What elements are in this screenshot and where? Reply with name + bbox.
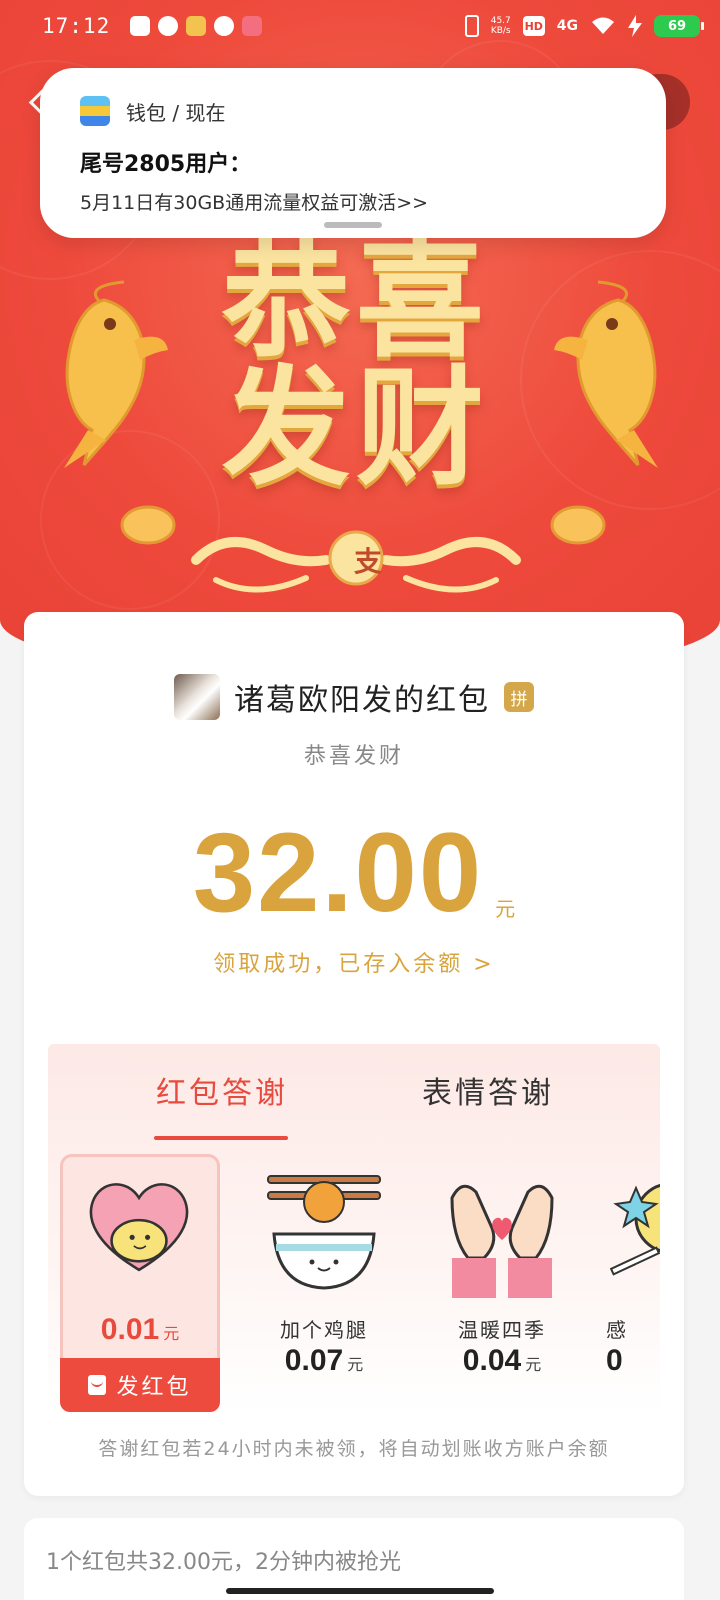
slogan-text: 恭喜 发财 xyxy=(196,236,516,492)
gift-price: 0.01 xyxy=(100,1313,160,1346)
heart-hug-icon xyxy=(89,1183,189,1272)
koi-fish-right-icon xyxy=(554,280,658,468)
status-time: 17:12 xyxy=(42,14,111,38)
summary-text: 1个红包共32.00元，2分钟内被抢光 xyxy=(46,1550,401,1575)
coin-icon xyxy=(550,505,606,545)
status-bar: 17:12 45.7 KB/s HD 4G 69 xyxy=(0,0,720,52)
notification-header: 钱包 / 现在 xyxy=(80,96,626,126)
gift-price: 0.04 xyxy=(462,1344,522,1377)
gift-item-drumstick[interactable]: 加个鸡腿 0.07 元 xyxy=(244,1154,404,1414)
slogan-line-1: 恭喜 xyxy=(221,225,490,375)
status-notification-icons xyxy=(130,16,263,36)
slogan-line-2: 发财 xyxy=(221,353,490,503)
envelope-icon xyxy=(88,1375,107,1395)
network-speed: 45.7 KB/s xyxy=(491,16,511,36)
hd-icon: HD xyxy=(522,16,545,36)
red-packet-card: 诸葛欧阳发的红包 拼 恭喜发财 32.00 元 领取成功，已存入余额 > 红包答… xyxy=(24,612,684,1496)
charging-icon xyxy=(628,15,642,37)
packet-amount: 32.00 xyxy=(192,810,484,935)
gift-name: 感 xyxy=(606,1318,628,1342)
gift-item-warm-seasons[interactable]: 温暖四季 0.04 元 xyxy=(422,1154,582,1414)
gift-price: 0.07 xyxy=(284,1344,344,1377)
home-indicator[interactable] xyxy=(226,1588,494,1594)
tab-active-underline xyxy=(154,1136,288,1140)
thanks-panel: 红包答谢 表情答谢 0.01 元 发红包 加个鸡腿 0.07 元 温暖四季 0.… xyxy=(48,1044,660,1414)
amount-unit: 元 xyxy=(495,897,516,921)
gift-price-row: 0 xyxy=(600,1344,660,1378)
gift-unit: 元 xyxy=(163,1324,180,1343)
gift-price-row: 0.07 元 xyxy=(244,1344,404,1378)
notification-app-name: 钱包 / 现在 xyxy=(126,100,226,125)
status-right: 45.7 KB/s HD 4G 69 xyxy=(464,15,704,37)
net-speed-value: 45.7 xyxy=(490,16,511,26)
received-balance-link[interactable]: 领取成功，已存入余额 > xyxy=(24,946,684,978)
amount-row: 32.00 元 xyxy=(24,810,684,935)
koi-fish-left-icon xyxy=(64,280,168,468)
wifi-icon xyxy=(592,17,614,34)
gift-name: 温暖四季 xyxy=(458,1318,546,1342)
gift-name: 加个鸡腿 xyxy=(280,1318,368,1342)
notification-drag-handle[interactable] xyxy=(324,222,382,228)
alipay-seal: 支 xyxy=(353,545,382,578)
wallet-icon xyxy=(80,96,110,126)
tab-red-packet-thanks[interactable]: 红包答谢 xyxy=(156,1068,288,1112)
thanks-tabs: 红包答谢 表情答谢 xyxy=(48,1064,660,1140)
send-button-label: 发红包 xyxy=(116,1375,192,1400)
star-wand-icon xyxy=(610,1183,660,1276)
sender-avatar[interactable] xyxy=(174,674,220,720)
coin-icon xyxy=(120,505,176,545)
gift-price: 0 xyxy=(606,1344,623,1377)
send-red-packet-button[interactable]: 发红包 xyxy=(60,1358,220,1412)
hands-heart-icon xyxy=(450,1184,554,1298)
notification-title: 尾号2805用户： xyxy=(80,152,252,177)
sender-row: 诸葛欧阳发的红包 拼 xyxy=(24,674,684,720)
pin-badge: 拼 xyxy=(504,682,534,712)
notification-body[interactable]: 5月11日有30GB通用流量权益可激活>> xyxy=(80,188,626,215)
gift-unit: 元 xyxy=(347,1355,364,1374)
net-speed-unit: KB/s xyxy=(490,26,511,36)
tab-emoji-thanks[interactable]: 表情答谢 xyxy=(422,1068,554,1112)
app-notif-icon xyxy=(242,16,263,36)
rice-bowl-drumstick-icon xyxy=(267,1175,381,1290)
gift-unit: 元 xyxy=(525,1355,542,1374)
battery-indicator: 69 xyxy=(654,15,704,37)
notification-banner[interactable]: 钱包 / 现在 尾号2805用户： 5月11日有30GB通用流量权益可激活>> xyxy=(40,68,666,238)
gift-item-hug[interactable]: 0.01 元 发红包 xyxy=(60,1154,220,1412)
message-notif-icon xyxy=(158,16,179,36)
vibrate-icon xyxy=(464,15,479,37)
gift-price-row: 0.01 元 xyxy=(63,1313,217,1347)
packet-greeting: 恭喜发财 xyxy=(303,744,404,769)
chat-notif-icon xyxy=(214,16,235,36)
thanks-note: 答谢红包若24小时内未被领，将自动划账收方账户余额 xyxy=(98,1438,610,1460)
gift-price-row: 0.04 元 xyxy=(422,1344,582,1378)
sender-name: 诸葛欧阳发的红包 xyxy=(234,683,490,718)
calendar-notif-icon xyxy=(130,16,151,36)
app-notif-icon xyxy=(186,16,207,36)
gift-item-partial[interactable]: 感 0 xyxy=(600,1154,660,1414)
signal-icon: 4G xyxy=(556,18,578,34)
